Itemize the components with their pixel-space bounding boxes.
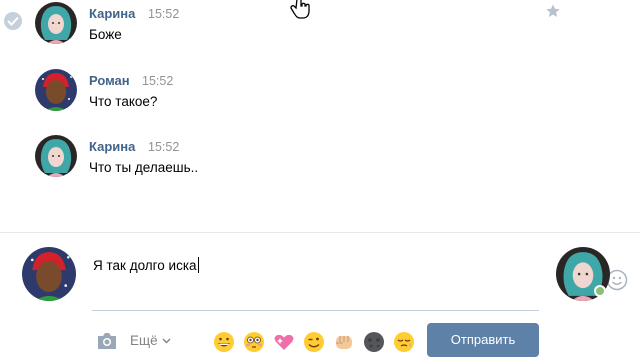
message-author[interactable]: Карина	[89, 6, 135, 21]
camera-icon[interactable]	[96, 332, 118, 353]
fist-emoji-icon[interactable]	[333, 331, 355, 353]
message-author[interactable]: Роман	[89, 73, 130, 88]
star-icon[interactable]	[545, 3, 561, 22]
winking-face-emoji-icon[interactable]	[303, 331, 325, 353]
message-time: 15:52	[148, 7, 180, 21]
send-button[interactable]: Отправить	[427, 323, 539, 357]
message-input-value: Я так долго иска	[93, 258, 197, 273]
message-time: 15:52	[142, 74, 174, 88]
avatar-roman[interactable]	[35, 69, 77, 111]
flushed-face-emoji-icon[interactable]	[243, 331, 265, 353]
message-text: Боже	[89, 27, 122, 42]
sleepy-face-emoji-icon[interactable]	[393, 331, 415, 353]
avatar-karina[interactable]	[35, 135, 77, 177]
text-caret	[197, 257, 199, 273]
dark-moon-face-emoji-icon[interactable]	[363, 331, 385, 353]
message-item[interactable]: Карина 15:52 Что ты делаешь..	[0, 133, 640, 193]
message-author[interactable]: Карина	[89, 139, 135, 154]
grinning-face-emoji-icon[interactable]	[213, 331, 235, 353]
message-text: Что такое?	[89, 94, 158, 109]
message-time: 15:52	[148, 140, 180, 154]
more-label: Ещё	[130, 333, 158, 348]
message-item[interactable]: Роман 15:52 Что такое?	[0, 67, 640, 127]
message-text: Что ты делаешь..	[89, 160, 199, 175]
message-composer: Я так долго иска Ещё Отправить	[0, 232, 640, 360]
composer-toolbar: Ещё Отправить	[0, 323, 640, 359]
online-status-indicator	[594, 285, 606, 297]
message-item[interactable]: Карина 15:52 Боже	[0, 0, 640, 60]
message-input[interactable]: Я так долго иска	[92, 251, 628, 311]
chevron-down-icon	[162, 332, 171, 347]
selected-check-icon[interactable]	[4, 12, 22, 30]
more-attachments-button[interactable]: Ещё	[130, 332, 171, 348]
sparkling-heart-emoji-icon[interactable]	[273, 331, 295, 353]
avatar-karina[interactable]	[35, 2, 77, 44]
my-avatar[interactable]	[22, 247, 76, 301]
